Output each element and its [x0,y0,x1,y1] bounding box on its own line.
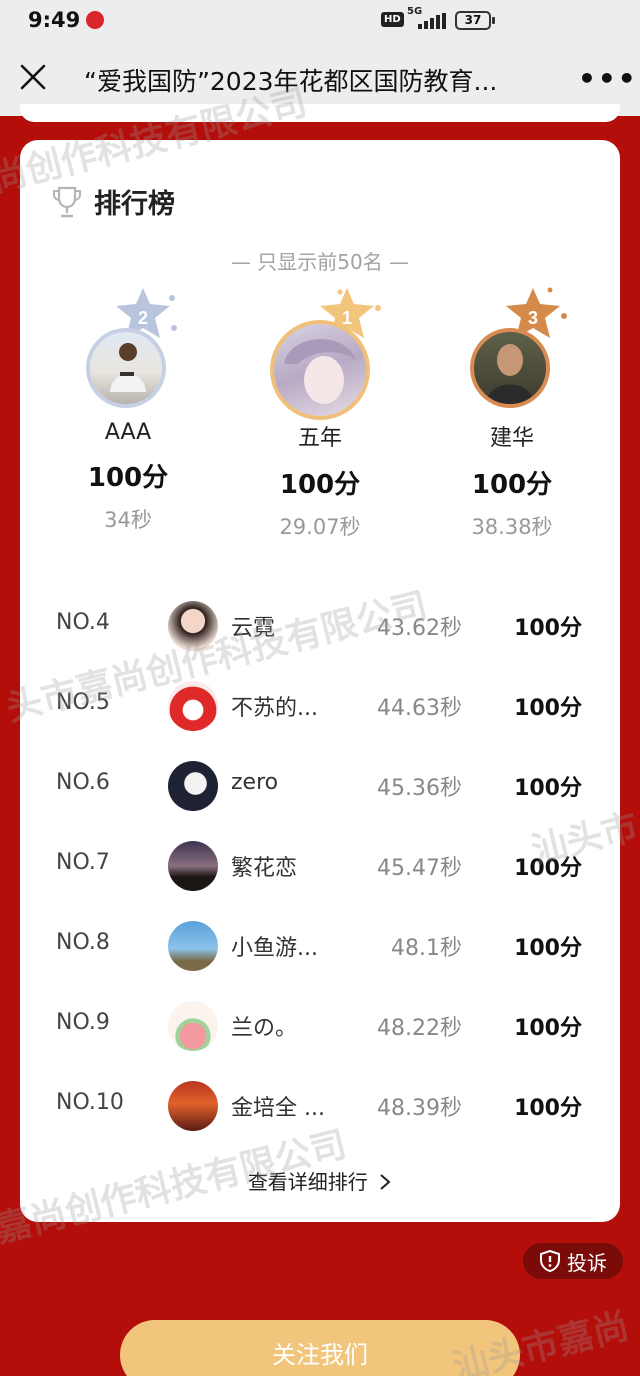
list-item[interactable]: NO.10 金培全 ... 48.39秒 100分 [20,1066,620,1146]
score: 100分 [514,936,582,961]
list-item[interactable]: NO.9 兰の。 48.22秒 100分 [20,986,620,1066]
warning-shield-icon [540,1250,560,1272]
answer-time: 45.36秒 [377,776,462,801]
list-item[interactable]: NO.7 繁花恋 45.47秒 100分 [20,826,620,906]
rank-number: NO.8 [56,930,110,955]
leaderboard-card: 排行榜 — 只显示前50名 — 2 AAA 100分 34秒 1 五年 100分… [20,140,620,1222]
more-icon[interactable]: ••• [578,62,638,95]
avatar [270,320,370,420]
podium-rank-1[interactable]: 1 五年 100分 29.07秒 [220,288,420,541]
answer-time: 45.47秒 [377,856,462,881]
podium-name: AAA [104,420,152,445]
rank-number: NO.6 [56,770,110,795]
card-header: 排行榜 [52,182,175,221]
avatar [168,1001,218,1051]
app-notification-icon [86,11,104,29]
list-item[interactable]: NO.8 小鱼游... 48.1秒 100分 [20,906,620,986]
user-name: zero [231,770,279,795]
page-title: “爱我国防”2023年花都区国防教育... [84,67,498,96]
rank-number: NO.10 [56,1090,124,1115]
podium-score: 100分 [279,470,361,500]
score: 100分 [514,696,582,721]
score: 100分 [514,776,582,801]
signal-icon [418,13,446,29]
battery-icon: 37 [455,11,495,30]
podium-time: 29.07秒 [279,515,361,539]
podium-name: 建华 [489,426,534,451]
hd-icon: HD [381,12,404,27]
avatar [168,681,218,731]
status-time: 9:49 [28,8,81,32]
chevron-right-icon [380,1174,391,1190]
answer-time: 43.62秒 [377,616,462,641]
more-link-label: 查看详细排行 [247,1170,368,1194]
follow-us-button[interactable]: 关注我们 [120,1320,520,1376]
close-icon[interactable] [14,58,54,98]
score: 100分 [514,856,582,881]
user-name: 不苏的... [231,696,318,721]
answer-time: 48.22秒 [377,1016,462,1041]
rank-list: NO.4 云霓 43.62秒 100分 NO.5 不苏的... 44.63秒 1… [20,586,620,1146]
user-name: 金培全 ... [231,1096,325,1121]
user-name: 云霓 [231,616,276,641]
user-name: 兰の。 [231,1016,298,1041]
rank-number: NO.9 [56,1010,110,1035]
rank-number: NO.4 [56,610,110,635]
trophy-icon [53,186,81,217]
top50-hint: — 只显示前50名 — [230,250,410,274]
svg-text:3: 3 [528,308,538,328]
svg-text:2: 2 [138,308,148,328]
podium-score: 100分 [471,470,553,500]
answer-time: 48.39秒 [377,1096,462,1121]
previous-card [20,104,620,122]
podium-rank-2[interactable]: 2 AAA 100分 34秒 [28,288,228,534]
complain-button[interactable]: 投诉 [523,1243,623,1279]
card-title: 排行榜 [94,189,175,220]
list-item[interactable]: NO.4 云霓 43.62秒 100分 [20,586,620,666]
podium-time: 38.38秒 [471,515,553,539]
user-name: 繁花恋 [231,856,298,881]
avatar [470,328,550,408]
score: 100分 [514,1096,582,1121]
answer-time: 44.63秒 [377,696,462,721]
complain-label: 投诉 [567,1250,607,1275]
list-item[interactable]: NO.6 zero 45.36秒 100分 [20,746,620,826]
rank-number: NO.5 [56,690,110,715]
answer-time: 48.1秒 [391,936,462,961]
avatar [168,1081,218,1131]
avatar [168,761,218,811]
avatar [168,601,218,651]
list-item[interactable]: NO.5 不苏的... 44.63秒 100分 [20,666,620,746]
user-name: 小鱼游... [231,936,318,961]
score: 100分 [514,616,582,641]
score: 100分 [514,1016,582,1041]
rank-number: NO.7 [56,850,110,875]
podium-time: 34秒 [104,508,152,532]
avatar [168,921,218,971]
podium-score: 100分 [87,463,169,493]
view-detailed-ranking-link[interactable]: 查看详细排行 [20,1166,620,1195]
status-bar: 9:49 HD 5G 37 [0,0,640,42]
avatar [86,328,166,408]
podium-name: 五年 [297,426,342,451]
podium-rank-3[interactable]: 3 建华 100分 38.38秒 [412,287,612,541]
avatar [168,841,218,891]
